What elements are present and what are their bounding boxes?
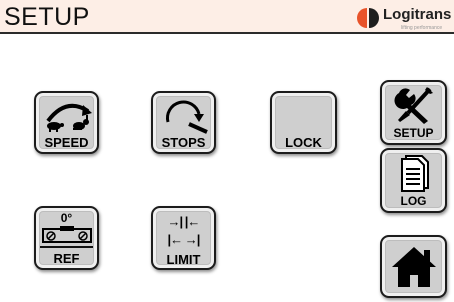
brand-logo: Logitrans lifting performance — [355, 6, 451, 32]
ref-angle-text: 0° — [60, 211, 73, 225]
brand-name: Logitrans — [383, 6, 452, 23]
lock-label: LOCK — [285, 135, 322, 150]
limit-label: LIMIT — [166, 252, 201, 267]
stops-label: STOPS — [161, 135, 206, 150]
ref-divider — [40, 246, 93, 248]
level-icon — [42, 226, 92, 243]
document-icon — [401, 155, 429, 192]
ref-label: REF — [53, 251, 80, 266]
home-icon — [392, 247, 436, 287]
home-button[interactable] — [380, 235, 447, 298]
logitrans-logo-icon — [357, 8, 379, 28]
stops-button[interactable]: STOPS — [151, 91, 216, 154]
lock-button[interactable]: LOCK — [270, 91, 337, 154]
wrench-screwdriver-icon — [394, 87, 433, 124]
page-title: SETUP — [4, 3, 90, 31]
stops-arc-arrow-icon — [166, 100, 208, 134]
speed-button[interactable]: SPEED — [34, 91, 99, 154]
ref-button[interactable]: 0° REF — [34, 206, 99, 270]
limit-arrows-bottom: |← →| — [167, 232, 201, 247]
speed-label: SPEED — [44, 135, 89, 150]
speed-tortoise-hare-icon — [46, 103, 92, 132]
log-button[interactable]: LOG — [380, 148, 447, 213]
setup-button[interactable]: SETUP — [380, 80, 447, 145]
setup-label: SETUP — [393, 126, 434, 140]
log-label: LOG — [400, 194, 427, 208]
limit-arrows-top: →| |← — [167, 214, 201, 229]
brand-tagline: lifting performance — [401, 25, 443, 31]
header-bar: SETUP Logitrans lifting performance — [0, 0, 454, 34]
limit-button[interactable]: →| |← |← →| LIMIT — [151, 206, 216, 270]
